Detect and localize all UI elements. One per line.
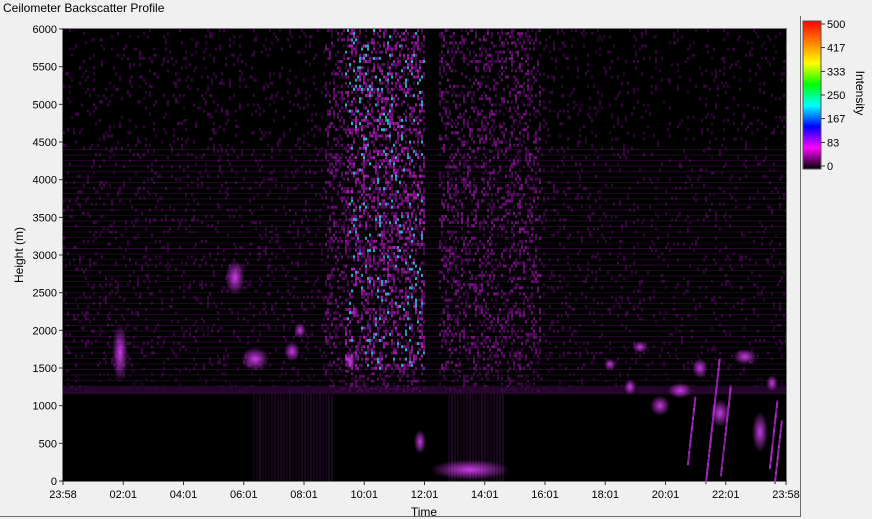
colorbar-tick-label: 333 xyxy=(827,66,845,78)
colorbar: 0 83 167 250 333 417 500 xyxy=(802,19,845,173)
y-tick-label: 4000 xyxy=(33,175,57,187)
colorbar-scale xyxy=(802,20,822,170)
x-tick-label: 14:01 xyxy=(471,489,499,501)
x-tick-label: 22:01 xyxy=(712,489,740,501)
y-tick-label: 1500 xyxy=(33,363,57,375)
colorbar-tick-label: 417 xyxy=(827,43,845,55)
colorbar-tick-label: 0 xyxy=(827,161,833,173)
chart-window: Ceilometer Backscatter Profile 0 500 1000 1… xyxy=(0,0,872,519)
y-tick-label: 2000 xyxy=(33,325,57,337)
x-tick-label: 12:01 xyxy=(411,489,439,501)
x-tick-label: 23:58 xyxy=(772,489,800,501)
y-tick-label: 6000 xyxy=(33,24,57,36)
y-tick-label: 0 xyxy=(51,476,57,488)
x-tick-label: 04:01 xyxy=(170,489,198,501)
y-tick-label: 5500 xyxy=(33,62,57,74)
x-axis-label: Time xyxy=(411,505,438,519)
colorbar-tick-label: 83 xyxy=(827,137,839,149)
x-tick-label: 08:01 xyxy=(290,489,318,501)
x-tick-label: 20:01 xyxy=(652,489,680,501)
y-axis-label: Height (m) xyxy=(12,227,26,283)
x-tick-label: 06:01 xyxy=(230,489,258,501)
x-tick-label: 23:58 xyxy=(49,489,77,501)
backscatter-heatmap-chart: 0500100015002000250030003500400045005000… xyxy=(12,19,867,519)
y-tick-label: 1000 xyxy=(33,401,57,413)
colorbar-tick-label: 500 xyxy=(827,19,845,31)
y-tick-label: 4500 xyxy=(33,137,57,149)
y-tick-label: 5000 xyxy=(33,99,57,111)
x-tick-label: 16:01 xyxy=(531,489,559,501)
x-tick-label: 18:01 xyxy=(591,489,619,501)
y-tick-label: 2500 xyxy=(33,288,57,300)
x-tick-label: 02:01 xyxy=(109,489,137,501)
y-tick-label: 3500 xyxy=(33,212,57,224)
y-tick-label: 3000 xyxy=(33,250,57,262)
colorbar-tick-label: 167 xyxy=(827,114,845,126)
y-tick-label: 500 xyxy=(39,438,57,450)
colorbar-label: Intensity xyxy=(853,71,867,116)
colorbar-tick-label: 250 xyxy=(827,90,845,102)
x-tick-label: 10:01 xyxy=(350,489,378,501)
